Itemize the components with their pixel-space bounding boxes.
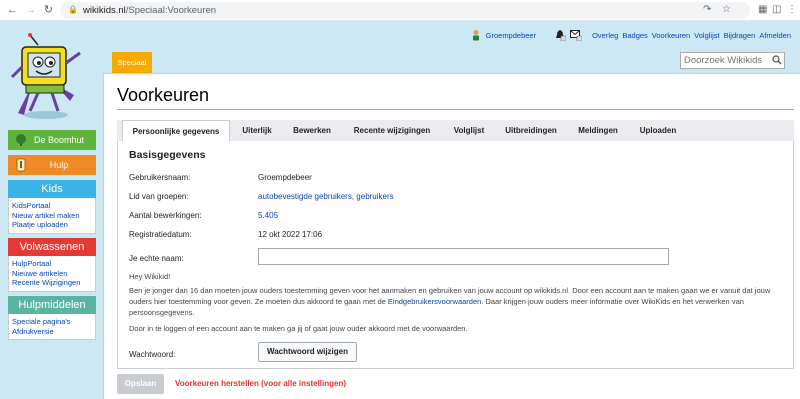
group-link-autobevestigd[interactable]: autobevestigde gebruikers [258,192,352,201]
forward-icon[interactable]: → [24,4,37,17]
userlink-overleg[interactable]: Overleg [592,31,618,40]
search-input[interactable] [681,53,773,68]
change-password-button[interactable]: Wachtwoord wijzigen [258,342,357,362]
edits-value: 5.405 [258,211,278,220]
reset-preferences-link[interactable]: Voorkeuren herstellen (voor alle instell… [175,379,346,388]
username-value: Groempdebeer [258,173,312,182]
tab-uitbreidingen[interactable]: Uitbreidingen [496,120,566,141]
notifications-icon[interactable] [554,29,567,41]
reload-icon[interactable]: ↻ [42,4,55,17]
userlink-username[interactable]: Groempdebeer [486,31,536,40]
realname-input[interactable] [258,248,669,265]
volwassenen-title: Volwassenen [8,238,96,256]
regdate-value: 12 okt 2022 17:06 [258,230,323,239]
hulp-button[interactable]: Hulp [8,155,96,175]
wikikids-logo[interactable] [8,33,84,121]
userlink-afmelden[interactable]: Afmelden [759,31,791,40]
star-icon[interactable]: ☆ [722,4,731,15]
username-label: Gebruikersnaam: [129,173,191,182]
hulpmiddelen-portlet: Hulpmiddelen Speciale pagina's Afdrukver… [8,296,96,340]
browser-toolbar: ← → ↻ 🔒 wikikids.nl/Speciaal:Voorkeuren … [0,0,800,21]
tab-meldingen[interactable]: Meldingen [568,120,628,141]
page-background: De Boomhut Hulp Kids KidsPortaal Nieuw a… [0,21,800,399]
groups-value: autobevestigde gebruikers, gebruikers [258,192,394,201]
tab-persoonlijke-gegevens[interactable]: Persoonlijke gegevens [122,120,230,141]
tab-uploaden[interactable]: Uploaden [630,120,686,141]
section-title: Basisgegevens [129,149,206,161]
group-link-gebruikers[interactable]: gebruikers [356,192,393,201]
content-area: Voorkeuren Persoonlijke gegevens Uiterli… [103,73,800,399]
extensions-icon[interactable]: ▦ [758,4,767,15]
greeting-text: Hey Wikikid! [129,272,171,281]
user-icon [472,30,479,41]
boomhut-button[interactable]: De Boomhut [8,130,96,150]
back-icon[interactable]: ← [6,4,19,17]
userlink-badges[interactable]: Badges [622,31,647,40]
tab-volglijst[interactable]: Volglijst [444,120,494,141]
tab-bewerken[interactable]: Bewerken [284,120,340,141]
kids-title: Kids [8,180,96,198]
sidebar-link-nieuw-artikel[interactable]: Nieuw artikel maken [12,211,92,221]
password-label: Wachtwoord: [129,350,176,359]
sidebar-link-recente-wijzigingen[interactable]: Recente Wijzigingen [12,278,92,288]
tab-uiterlijk[interactable]: Uiterlijk [232,120,282,141]
sidebar-link-speciale-paginas[interactable]: Speciale pagina's [12,317,92,327]
boomhut-label: De Boomhut [33,135,85,145]
share-icon[interactable]: ↷ [703,4,711,15]
userlink-bijdragen[interactable]: Bijdragen [724,31,756,40]
kids-portlet: Kids KidsPortaal Nieuw artikel maken Pla… [8,180,96,234]
edits-label: Aantal bewerkingen: [129,211,202,220]
hulpmiddelen-title: Hulpmiddelen [8,296,96,314]
sidebar-link-nieuwe-artikelen[interactable]: Nieuwe artikelen [12,269,92,279]
eindgebruikersvoorwaarden-link[interactable]: Eindgebruikersvoorwaarden [388,297,481,306]
sidebar-link-plaatje-uploaden[interactable]: Plaatje uploaden [12,220,92,230]
sidebar-link-kidsportaal[interactable]: KidsPortaal [12,201,92,211]
sidepanel-icon[interactable]: ◫ [772,4,781,15]
title-divider [117,109,794,110]
page-title: Voorkeuren [117,85,210,105]
tab-speciaal[interactable]: Speciaal [112,52,152,73]
address-bar[interactable]: 🔒 wikikids.nl/Speciaal:Voorkeuren ↷ ☆ [60,2,750,19]
sidebar-link-afdrukversie[interactable]: Afdrukversie [12,327,92,337]
login-note: Door in te loggen of een account aan te … [129,324,468,333]
preferences-panel: Basisgegevens Gebruikersnaam: Groempdebe… [117,141,794,369]
messages-icon[interactable] [570,29,583,41]
userlink-voorkeuren[interactable]: Voorkeuren [652,31,690,40]
search-icon[interactable] [772,55,782,65]
edits-link[interactable]: 5.405 [258,211,278,220]
sidebar-link-hulpportaal[interactable]: HulpPortaal [12,259,92,269]
url-text: wikikids.nl/Speciaal:Voorkeuren [83,5,217,16]
search-box [680,52,785,69]
personal-tools: Groempdebeer Overleg Badges Voorkeuren V… [470,28,791,42]
lock-icon: 🔒 [68,5,78,14]
regdate-label: Registratiedatum: [129,230,192,239]
realname-label: Je echte naam: [129,254,184,263]
consent-text: Ben je jonger dan 16 dan moeten jouw oud… [129,286,771,317]
userlink-volglijst[interactable]: Volglijst [694,31,719,40]
tab-recente-wijzigingen[interactable]: Recente wijzigingen [342,120,442,141]
hulp-label: Hulp [49,160,69,170]
volwassenen-portlet: Volwassenen HulpPortaal Nieuwe artikelen… [8,238,96,292]
preferences-tabs: Persoonlijke gegevens Uiterlijk Bewerken… [117,120,794,141]
menu-icon[interactable]: ⋮ [787,4,797,15]
save-button[interactable]: Opslaan [117,374,164,394]
groups-label: Lid van groepen: [129,192,189,201]
